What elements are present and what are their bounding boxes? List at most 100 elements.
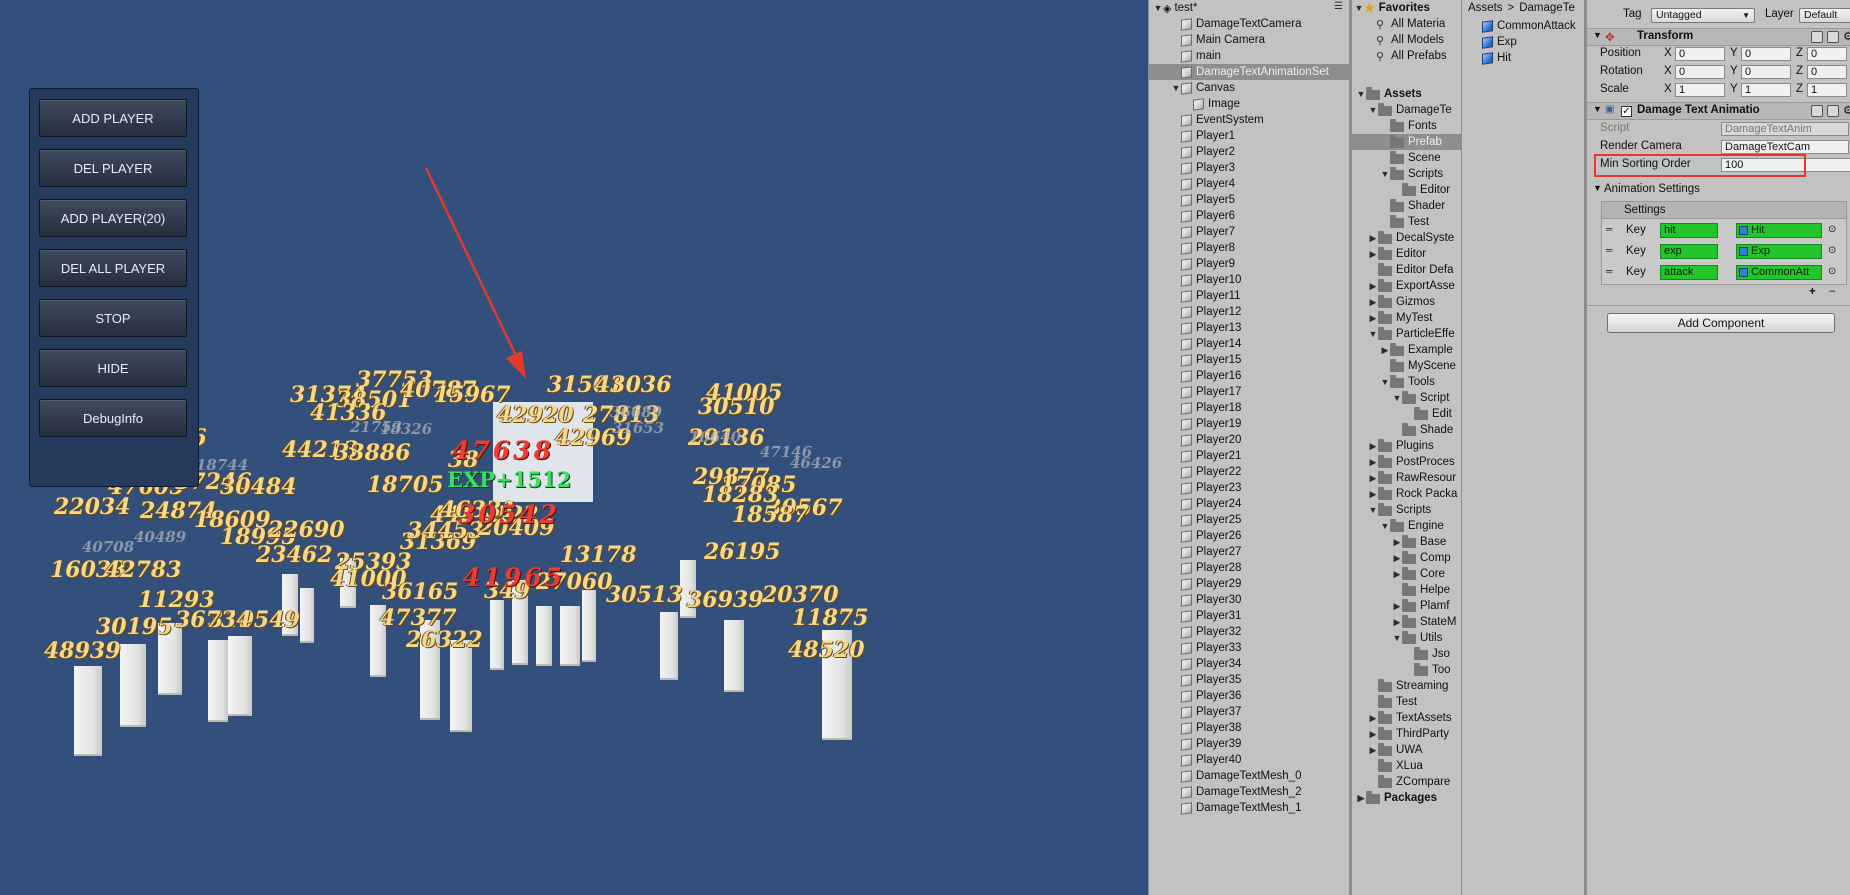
hierarchy-item[interactable]: Player12 — [1171, 304, 1241, 320]
scene-header[interactable]: ▼ ◈ test* — [1153, 0, 1198, 16]
expand-arrow-icon[interactable]: ▼ — [1153, 3, 1163, 13]
position-z-field[interactable]: 0 — [1807, 47, 1847, 61]
project-folder[interactable]: ▶ DecalSyste — [1368, 230, 1454, 246]
project-folder[interactable]: ▶ StateM — [1392, 614, 1456, 630]
prefab-object-field[interactable]: CommonAtt — [1736, 265, 1822, 280]
project-folder[interactable]: ZCompare — [1368, 774, 1450, 790]
key-field[interactable]: attack — [1660, 265, 1718, 280]
project-folder[interactable]: ▶ Comp — [1392, 550, 1451, 566]
collapse-arrow-icon[interactable]: ▼ — [1593, 30, 1602, 40]
project-folder[interactable]: Streaming — [1368, 678, 1448, 694]
project-folder[interactable]: ▶ PostProces — [1368, 454, 1455, 470]
expand-arrow-icon[interactable]: ▶ — [1368, 313, 1378, 324]
preset-icon[interactable] — [1827, 31, 1839, 43]
hierarchy-item[interactable]: Player17 — [1171, 384, 1241, 400]
hierarchy-item[interactable]: Player37 — [1171, 704, 1241, 720]
asset-item[interactable]: Hit — [1482, 50, 1511, 66]
project-folder[interactable]: Scene — [1380, 150, 1441, 166]
hierarchy-item[interactable]: Player31 — [1171, 608, 1241, 624]
hierarchy-item[interactable]: Player3 — [1171, 160, 1235, 176]
asset-item[interactable]: CommonAttack — [1482, 18, 1576, 34]
expand-arrow-icon[interactable]: ▼ — [1392, 393, 1402, 403]
expand-arrow-icon[interactable]: ▶ — [1368, 473, 1378, 484]
hierarchy-item[interactable]: Player23 — [1171, 480, 1241, 496]
project-folder[interactable]: ▶ Base — [1392, 534, 1446, 550]
hierarchy-item[interactable]: ▼ Canvas — [1171, 80, 1235, 96]
del-all-player-button[interactable]: DEL ALL PLAYER — [39, 249, 187, 287]
help-icon[interactable] — [1811, 105, 1823, 117]
expand-arrow-icon[interactable]: ▶ — [1368, 745, 1378, 756]
tag-dropdown[interactable]: Untagged ▼ — [1651, 8, 1755, 23]
project-folder[interactable]: ▼ ParticleEffe — [1368, 326, 1455, 342]
expand-arrow-icon[interactable]: ▼ — [1380, 377, 1390, 387]
expand-arrow-icon[interactable]: ▼ — [1368, 105, 1378, 115]
hierarchy-item[interactable]: Player10 — [1171, 272, 1241, 288]
key-field[interactable]: hit — [1660, 223, 1718, 238]
expand-arrow-icon[interactable]: ▶ — [1368, 281, 1378, 292]
hierarchy-item[interactable]: Player1 — [1171, 128, 1235, 144]
project-folder[interactable]: ▶ Example — [1380, 342, 1453, 358]
hierarchy-item[interactable]: Player14 — [1171, 336, 1241, 352]
preset-icon[interactable] — [1827, 105, 1839, 117]
hierarchy-item[interactable]: DamageTextMesh_0 — [1171, 768, 1301, 784]
project-folder[interactable]: Test — [1368, 694, 1417, 710]
project-folder[interactable]: Fonts — [1380, 118, 1437, 134]
hierarchy-item[interactable]: Player11 — [1171, 288, 1241, 304]
hierarchy-item[interactable]: Player30 — [1171, 592, 1241, 608]
expand-arrow-icon[interactable]: ▼ — [1356, 89, 1366, 99]
object-picker-icon[interactable]: ⊙ — [1828, 224, 1836, 235]
favorite-item[interactable]: ⚲ All Prefabs — [1376, 48, 1447, 64]
gear-icon[interactable]: ⚙ — [1843, 29, 1850, 43]
hierarchy-item[interactable]: main — [1171, 48, 1221, 64]
project-folder[interactable]: Shader — [1380, 198, 1445, 214]
gear-icon[interactable]: ⚙ — [1843, 103, 1850, 117]
help-icon[interactable] — [1811, 31, 1823, 43]
add-component-button[interactable]: Add Component — [1607, 313, 1835, 333]
hierarchy-item[interactable]: Player34 — [1171, 656, 1241, 672]
rotation-y-field[interactable]: 0 — [1741, 65, 1791, 79]
expand-arrow-icon[interactable]: ▶ — [1368, 249, 1378, 260]
hierarchy-item[interactable]: Main Camera — [1171, 32, 1265, 48]
hierarchy-item[interactable]: Player13 — [1171, 320, 1241, 336]
expand-arrow-icon[interactable]: ▼ — [1380, 169, 1390, 179]
position-y-field[interactable]: 0 — [1741, 47, 1791, 61]
hierarchy-item[interactable]: Player27 — [1171, 544, 1241, 560]
expand-arrow-icon[interactable]: ▼ — [1380, 521, 1390, 531]
project-folder[interactable]: ▶ ExportAsse — [1368, 278, 1455, 294]
project-folder[interactable]: ▶ MyTest — [1368, 310, 1432, 326]
hierarchy-item[interactable]: Player29 — [1171, 576, 1241, 592]
stop-button[interactable]: STOP — [39, 299, 187, 337]
project-folder[interactable]: Shade — [1392, 422, 1453, 438]
rotation-x-field[interactable]: 0 — [1675, 65, 1725, 79]
collapse-arrow-icon[interactable]: ▼ — [1593, 183, 1602, 193]
hierarchy-item[interactable]: Player7 — [1171, 224, 1235, 240]
remove-entry-button[interactable]: − — [1829, 286, 1836, 298]
project-folder[interactable]: Edit — [1404, 406, 1452, 422]
panel-menu-icon[interactable]: ☰ — [1334, 1, 1343, 12]
project-folder[interactable]: ▼ Engine — [1380, 518, 1444, 534]
project-folder[interactable]: Editor — [1392, 182, 1450, 198]
hierarchy-item[interactable]: Player26 — [1171, 528, 1241, 544]
object-picker-icon[interactable]: ⊙ — [1828, 266, 1836, 277]
hierarchy-item[interactable]: Player40 — [1171, 752, 1241, 768]
project-folder[interactable]: ▼ Script — [1392, 390, 1449, 406]
favorites-header[interactable]: ▼ ★ Favorites — [1354, 0, 1430, 16]
render-camera-field[interactable]: DamageTextCam — [1721, 140, 1849, 154]
drag-handle-icon[interactable]: ═ — [1606, 266, 1612, 276]
expand-arrow-icon[interactable]: ▼ — [1354, 3, 1364, 13]
hierarchy-item[interactable]: Player5 — [1171, 192, 1235, 208]
expand-arrow-icon[interactable]: ▼ — [1368, 505, 1378, 515]
project-folder[interactable]: ▶ Gizmos — [1368, 294, 1435, 310]
hierarchy-item[interactable]: Player28 — [1171, 560, 1241, 576]
project-folder[interactable]: ▶ Core — [1392, 566, 1445, 582]
hierarchy-item[interactable]: Player19 — [1171, 416, 1241, 432]
expand-arrow-icon[interactable]: ▼ — [1392, 633, 1402, 643]
project-folder[interactable]: XLua — [1368, 758, 1423, 774]
hierarchy-item[interactable]: Player20 — [1171, 432, 1241, 448]
debug-info-button[interactable]: DebugInfo — [39, 399, 187, 437]
hierarchy-item[interactable]: Player4 — [1171, 176, 1235, 192]
expand-arrow-icon[interactable]: ▶ — [1368, 457, 1378, 468]
project-folder[interactable]: Test — [1380, 214, 1429, 230]
hierarchy-item[interactable]: Player24 — [1171, 496, 1241, 512]
hierarchy-item[interactable]: DamageTextAnimationSet — [1149, 64, 1349, 80]
